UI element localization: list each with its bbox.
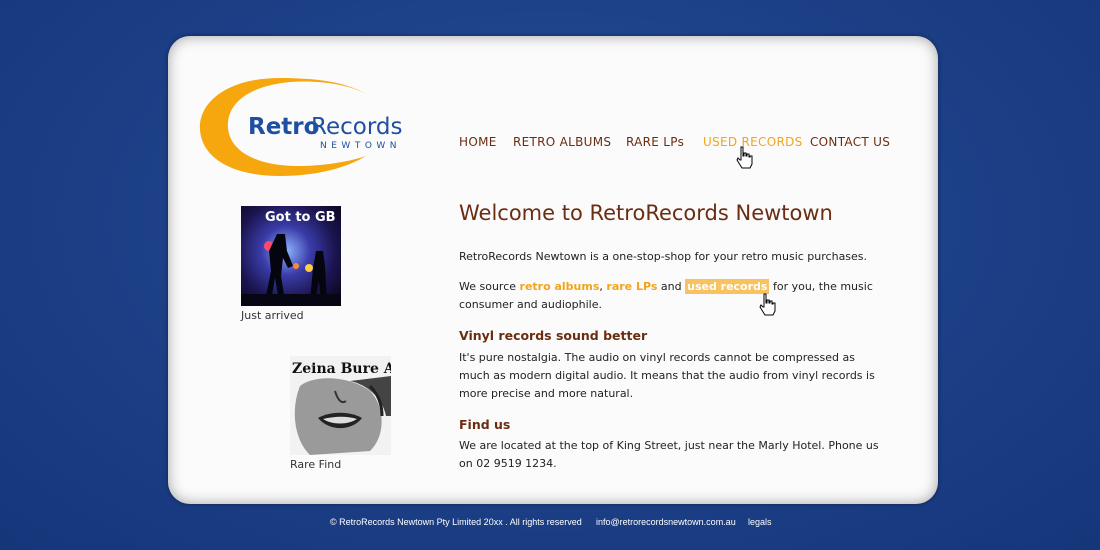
section-body-vinyl: It's pure nostalgia. The audio on vinyl … [459, 351, 875, 400]
section-heading-vinyl: Vinyl records sound better [459, 328, 648, 343]
footer-legals-link[interactable]: legals [748, 517, 772, 527]
link-rare-lps[interactable]: rare LPs [606, 280, 657, 293]
footer-copyright: © RetroRecords Newtown Pty Limited 20xx … [330, 517, 582, 527]
hand-cursor-icon [736, 146, 753, 169]
hand-cursor-icon [759, 293, 776, 316]
album-cover-zeina-bure-ave[interactable]: Zeina Bure AVE [290, 356, 391, 455]
section-heading-find-us: Find us [459, 417, 511, 432]
album-cover-title: Zeina Bure AVE [292, 361, 391, 377]
nav-retro-albums[interactable]: RETRO ALBUMS [513, 135, 611, 149]
nav-home[interactable]: HOME [459, 135, 497, 149]
source-paragraph: We source retro albums, rare LPs and use… [459, 278, 889, 314]
section-body-find-us: We are located at the top of King Street… [459, 439, 879, 470]
logo-word-retro: Retro [248, 114, 319, 140]
logo-subtitle: NEWTOWN [320, 141, 401, 151]
sidebar-caption-2: Rare Find [290, 458, 342, 471]
sidebar-caption-1: Just arrived [241, 309, 304, 322]
nav-rare-lps[interactable]: RARE LPs [626, 135, 684, 149]
site-logo[interactable]: Retro Records NEWTOWN [198, 72, 428, 182]
logo-word-records: Records [311, 114, 402, 140]
source-text: We source [459, 280, 520, 293]
page-title: Welcome to RetroRecords Newtown [459, 201, 833, 225]
intro-paragraph: RetroRecords Newtown is a one-stop-shop … [459, 250, 868, 263]
album-cover-title: Got to GB [265, 210, 336, 225]
source-text: and [657, 280, 686, 293]
footer-email-link[interactable]: info@retrorecordsnewtown.com.au [596, 517, 736, 527]
nav-contact-us[interactable]: CONTACT US [810, 135, 890, 149]
link-retro-albums[interactable]: retro albums [520, 280, 600, 293]
album-cover-got-to-gb[interactable]: Got to GB [241, 206, 341, 306]
